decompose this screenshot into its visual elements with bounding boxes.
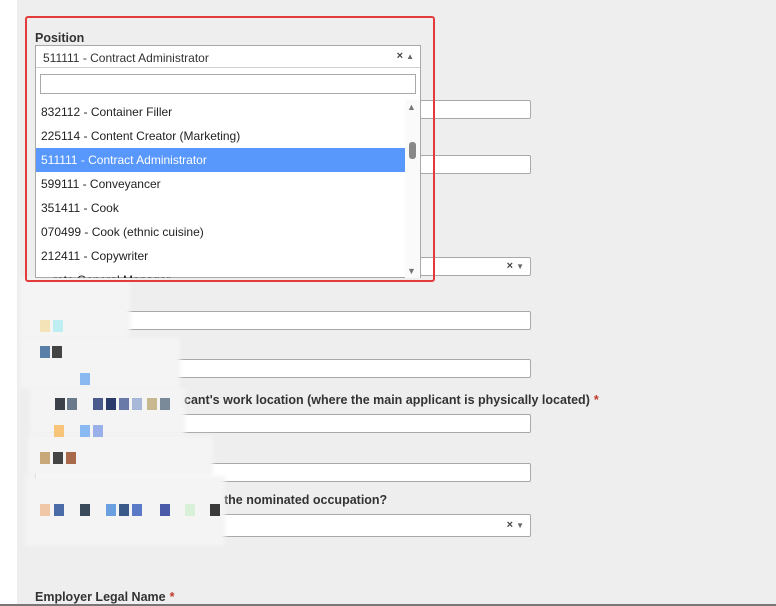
redacted-block	[160, 398, 170, 410]
text-input-1[interactable]	[420, 100, 531, 119]
occupation-label: the nominated occupation?	[224, 493, 388, 507]
clear-icon[interactable]: ×	[507, 519, 513, 531]
redacted-block	[132, 504, 142, 516]
redacted-block	[119, 504, 129, 516]
redacted-block	[80, 504, 90, 516]
redacted-block	[67, 398, 77, 410]
redacted-block	[147, 398, 157, 410]
redacted-block	[210, 504, 220, 516]
chevron-down-icon[interactable]: ▼	[516, 521, 524, 530]
redacted-block	[93, 398, 103, 410]
redacted-block	[53, 452, 63, 464]
redacted-block	[80, 373, 90, 385]
redacted-region	[20, 278, 130, 338]
redacted-block	[66, 452, 76, 464]
redacted-block	[106, 398, 116, 410]
select-input-3[interactable]: × ▼	[420, 257, 531, 276]
required-marker: *	[169, 590, 175, 604]
redacted-block	[132, 398, 142, 410]
select-controls: × ▼	[507, 260, 524, 272]
redacted-block	[40, 346, 50, 358]
redacted-block	[106, 504, 116, 516]
required-marker: *	[593, 393, 599, 407]
redacted-block	[93, 425, 103, 437]
redacted-block	[55, 398, 65, 410]
redacted-block	[80, 425, 90, 437]
annotation-highlight-box	[25, 16, 435, 282]
redacted-block	[185, 504, 195, 516]
employer-legal-name-label: Employer Legal Name *	[35, 590, 175, 604]
redacted-block	[160, 504, 170, 516]
work-location-label: cant's work location (where the main app…	[184, 393, 599, 407]
redacted-block	[52, 346, 62, 358]
redacted-block	[53, 320, 63, 332]
chevron-down-icon[interactable]: ▼	[516, 262, 524, 271]
text-input-2[interactable]	[420, 155, 531, 174]
clear-icon[interactable]: ×	[507, 260, 513, 272]
redacted-block	[54, 425, 64, 437]
redacted-block	[40, 452, 50, 464]
redacted-block	[54, 504, 64, 516]
redacted-block	[119, 398, 129, 410]
redacted-block	[40, 504, 50, 516]
select-controls: × ▼	[507, 519, 524, 531]
redacted-block	[40, 320, 50, 332]
